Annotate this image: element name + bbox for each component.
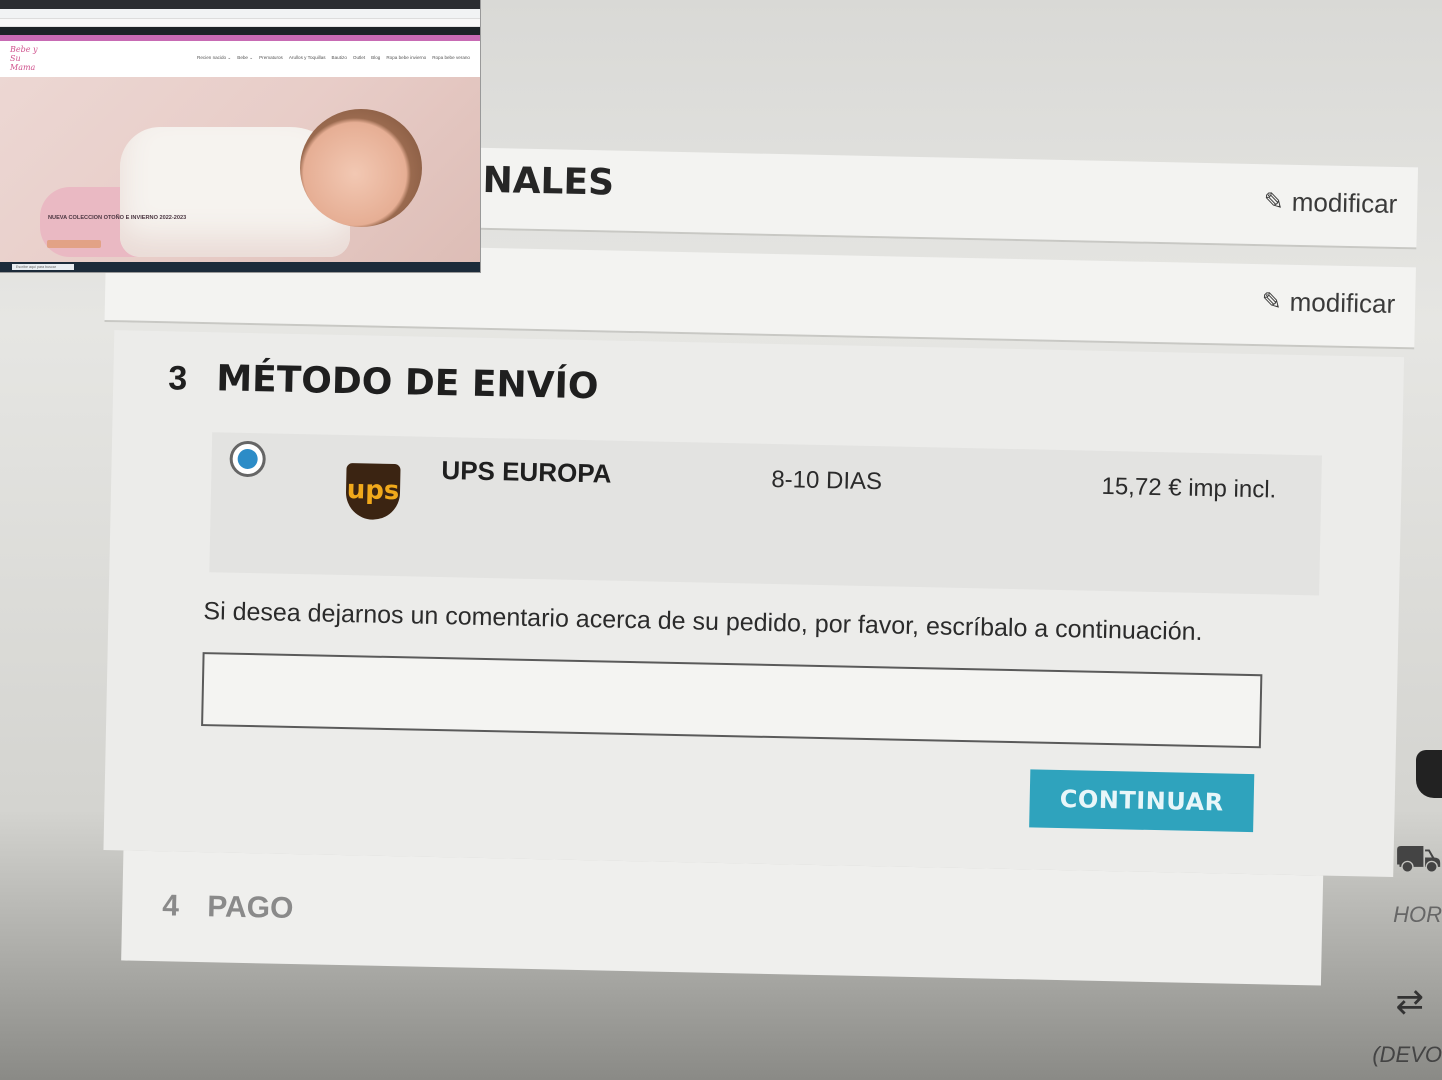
carrier-radio[interactable] [229,440,267,478]
pencil-icon: ✎ [1261,288,1282,316]
nav-item: Outlet [352,55,366,60]
pencil-icon: ✎ [1263,188,1285,216]
carrier-name: UPS EUROPA [441,455,612,489]
windows-taskbar: Escribe aquí para buscar [0,262,480,272]
step-title: NALES [482,159,615,204]
modify-label: modificar [1289,286,1396,319]
nav-item: Blog [371,55,381,60]
order-comment-field[interactable] [201,652,1263,749]
truck-icon: ⛟ [1394,838,1442,880]
comment-label: Si desea dejarnos un comentario acerca d… [203,597,1203,647]
step-title: PAGO [206,890,294,926]
hero-cta-button [47,240,101,248]
carrier-option[interactable]: ups UPS EUROPA 8-10 DIAS 15,72 € imp inc… [209,432,1322,596]
step-title: MÉTODO DE ENVÍO [215,358,599,408]
ups-logo: ups [345,463,401,521]
checkout-step-shipping: 3 MÉTODO DE ENVÍO ups UPS EUROPA 8-10 DI… [103,330,1405,878]
hero-image-part [300,109,422,227]
wp-admin-bar [0,27,480,35]
returns-label: (DEVO [1372,1042,1442,1067]
hero-banner: NUEVA COLECCION OTOÑO E INVIERNO 2022-20… [0,77,480,262]
nav-item: Ropa bebe invierno [386,55,427,60]
carrier-price: 15,72 € imp incl. [1101,472,1277,504]
modify-label: modificar [1291,186,1398,219]
site-logo: Bebe y Su Mama [10,45,38,72]
browser-bookmarks-bar [0,19,480,27]
step-number: 3 [167,359,188,398]
taskbar-search: Escribe aquí para buscar [12,264,74,270]
nav-item: Bautizo [331,55,347,60]
continue-button[interactable]: CONTINUAR [1029,769,1255,833]
carrier-delay: 8-10 DIAS [771,465,883,496]
nav-item: Recien nacido ⌄ [197,55,232,60]
swap-icon: ⇄ [1395,983,1425,1021]
modify-link[interactable]: ✎ modificar [1263,186,1397,220]
nav-item: Arullos y Toquillas [288,55,326,60]
browser-tab-bar [0,0,480,9]
hero-caption: NUEVA COLECCION OTOÑO E INVIERNO 2022-20… [48,215,187,221]
step-number: 4 [161,889,180,923]
site-header: Bebe y Su Mama Recien nacido ⌄ Bebe ⌄ Pr… [0,41,480,77]
nav-item: Ropa bebe verano [432,55,470,60]
modify-link[interactable]: ✎ modificar [1261,286,1395,320]
shield-icon [1416,750,1442,798]
inset-screenshot: Bebe y Su Mama Recien nacido ⌄ Bebe ⌄ Pr… [0,0,480,272]
browser-url-bar [0,9,480,19]
nav-item: Bebe ⌄ [237,55,254,60]
site-nav: Recien nacido ⌄ Bebe ⌄ Prematuros Arullo… [197,55,470,61]
nav-item: Prematuros [259,55,283,60]
hours-label: HOR [1393,902,1442,927]
